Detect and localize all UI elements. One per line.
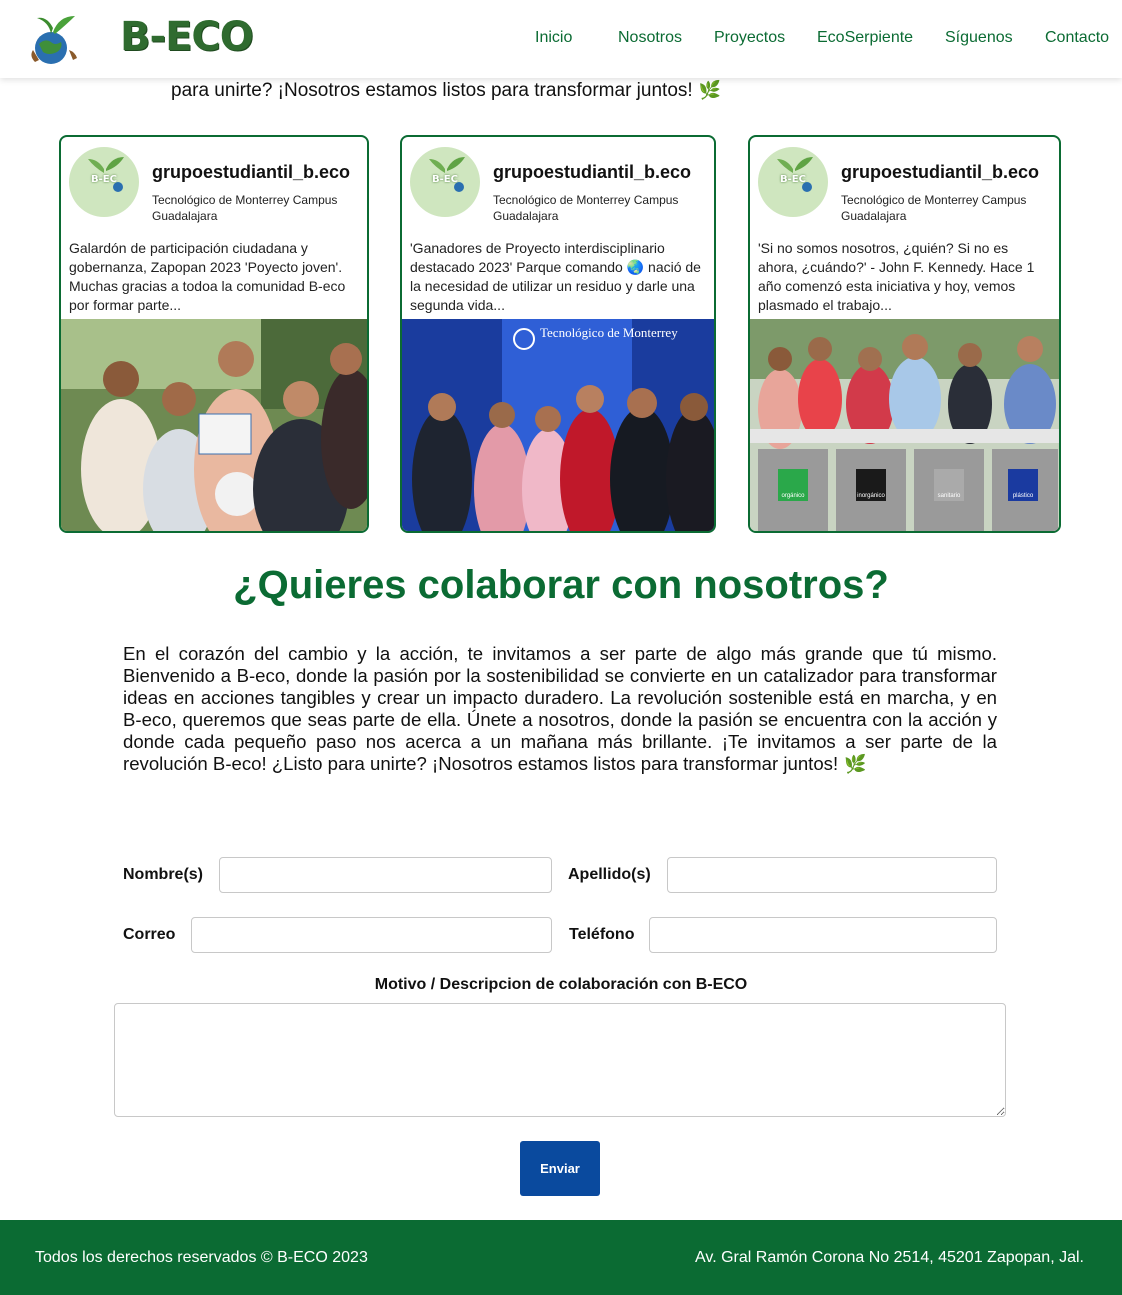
nombre-label: Nombre(s) [123, 866, 204, 883]
post-caption: 'Ganadores de Proyecto interdisciplinari… [410, 240, 701, 313]
post-photo: orgánico inorgánico sanitario plástico [750, 319, 1059, 531]
site-footer: Todos los derechos reservados © B-ECO 20… [0, 1220, 1122, 1295]
post-header: B-EC grupoestudiantil_b.eco Tecnológico … [758, 147, 1051, 223]
post-caption: Galardón de participación ciudadana y go… [69, 240, 346, 313]
profile-avatar[interactable]: B-EC [69, 147, 139, 217]
profile-avatar[interactable]: B-EC [410, 147, 480, 217]
instagram-post-card[interactable]: B-EC grupoestudiantil_b.eco Tecnológico … [748, 135, 1061, 533]
bin-label: sanitario [938, 493, 961, 499]
leaf-icon: 🌿 [844, 754, 867, 774]
telefono-input[interactable] [649, 917, 997, 953]
submit-button[interactable]: Enviar [520, 1141, 600, 1196]
post-photo: Tecnológico de Monterrey [402, 319, 714, 531]
nav-inicio[interactable]: Inicio [535, 29, 572, 47]
telefono-label: Teléfono [569, 926, 635, 943]
post-location: Tecnológico de Monterrey Campus Guadalaj… [493, 193, 679, 223]
nav-ecoserpiente[interactable]: EcoSerpiente [817, 29, 913, 47]
post-location: Tecnológico de Monterrey Campus Guadalaj… [152, 193, 338, 223]
intro-tail-text: para unirte? ¡Nosotros estamos listos pa… [171, 80, 722, 101]
apellido-input[interactable] [667, 857, 997, 893]
apellido-label: Apellido(s) [568, 866, 651, 883]
nav-proyectos[interactable]: Proyectos [714, 29, 785, 47]
collab-title: ¿Quieres colaborar con nosotros? [233, 563, 889, 607]
instagram-post-card[interactable]: B-EC grupoestudiantil_b.eco Tecnológico … [59, 135, 369, 533]
post-handle[interactable]: grupoestudiantil_b.eco [152, 162, 350, 183]
post-header: B-EC grupoestudiantil_b.eco Tecnológico … [410, 147, 706, 223]
bin-label: plástico [1013, 493, 1034, 499]
post-handle[interactable]: grupoestudiantil_b.eco [841, 162, 1039, 183]
post-caption: 'Si no somos nosotros, ¿quién? Si no es … [758, 240, 1035, 313]
instagram-post-card[interactable]: B-EC grupoestudiantil_b.eco Tecnológico … [400, 135, 716, 533]
nombre-input[interactable] [219, 857, 552, 893]
nav-contacto[interactable]: Contacto [1045, 29, 1109, 47]
site-header: B-ECO Inicio Nosotros Proyectos EcoSerpi… [0, 0, 1122, 78]
post-handle[interactable]: grupoestudiantil_b.eco [493, 162, 691, 183]
post-header: B-EC grupoestudiantil_b.eco Tecnológico … [69, 147, 359, 223]
correo-label: Correo [123, 926, 176, 943]
motivo-label: Motivo / Descripcion de colaboración con… [374, 976, 748, 993]
bin-label: orgánico [781, 493, 805, 499]
nav-siguenos[interactable]: Síguenos [945, 29, 1013, 47]
post-photo [61, 319, 367, 531]
photo-sign-text: Tecnológico de Monterrey [540, 325, 678, 340]
footer-address: Av. Gral Ramón Corona No 2514, 45201 Zap… [695, 1249, 1084, 1266]
bin-label: inorgánico [857, 493, 885, 499]
leaf-icon: 🌿 [698, 80, 722, 100]
nav-nosotros[interactable]: Nosotros [618, 29, 682, 47]
post-location: Tecnológico de Monterrey Campus Guadalaj… [841, 193, 1027, 223]
footer-copyright: Todos los derechos reservados © B-ECO 20… [35, 1249, 368, 1266]
collab-description: En el corazón del cambio y la acción, te… [123, 643, 997, 774]
correo-input[interactable] [191, 917, 552, 953]
motivo-textarea[interactable] [114, 1003, 1006, 1117]
profile-avatar[interactable]: B-EC [758, 147, 828, 217]
main-nav: Inicio Nosotros Proyectos EcoSerpiente S… [0, 29, 1122, 51]
